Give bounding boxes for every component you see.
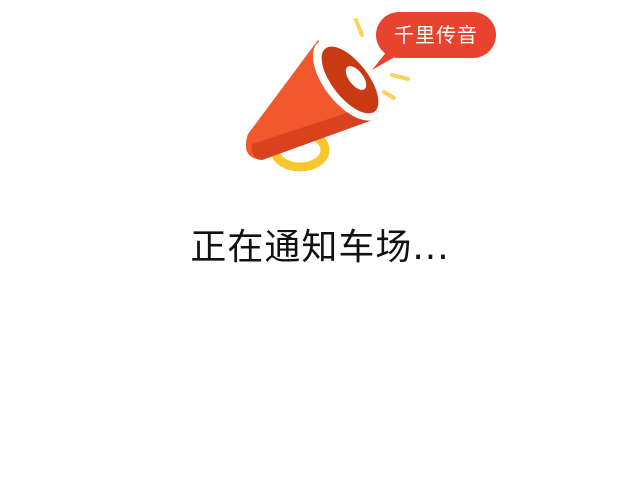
sound-line (354, 18, 364, 37)
megaphone-icon (245, 18, 410, 172)
notification-screen: 千里传音 正在通知车场... (0, 0, 640, 484)
speech-bubble: 千里传音 (376, 12, 496, 58)
sound-line (390, 73, 410, 81)
bubble-label: 千里传音 (394, 23, 478, 47)
sound-line (382, 90, 396, 100)
status-message: 正在通知车场... (190, 227, 450, 268)
